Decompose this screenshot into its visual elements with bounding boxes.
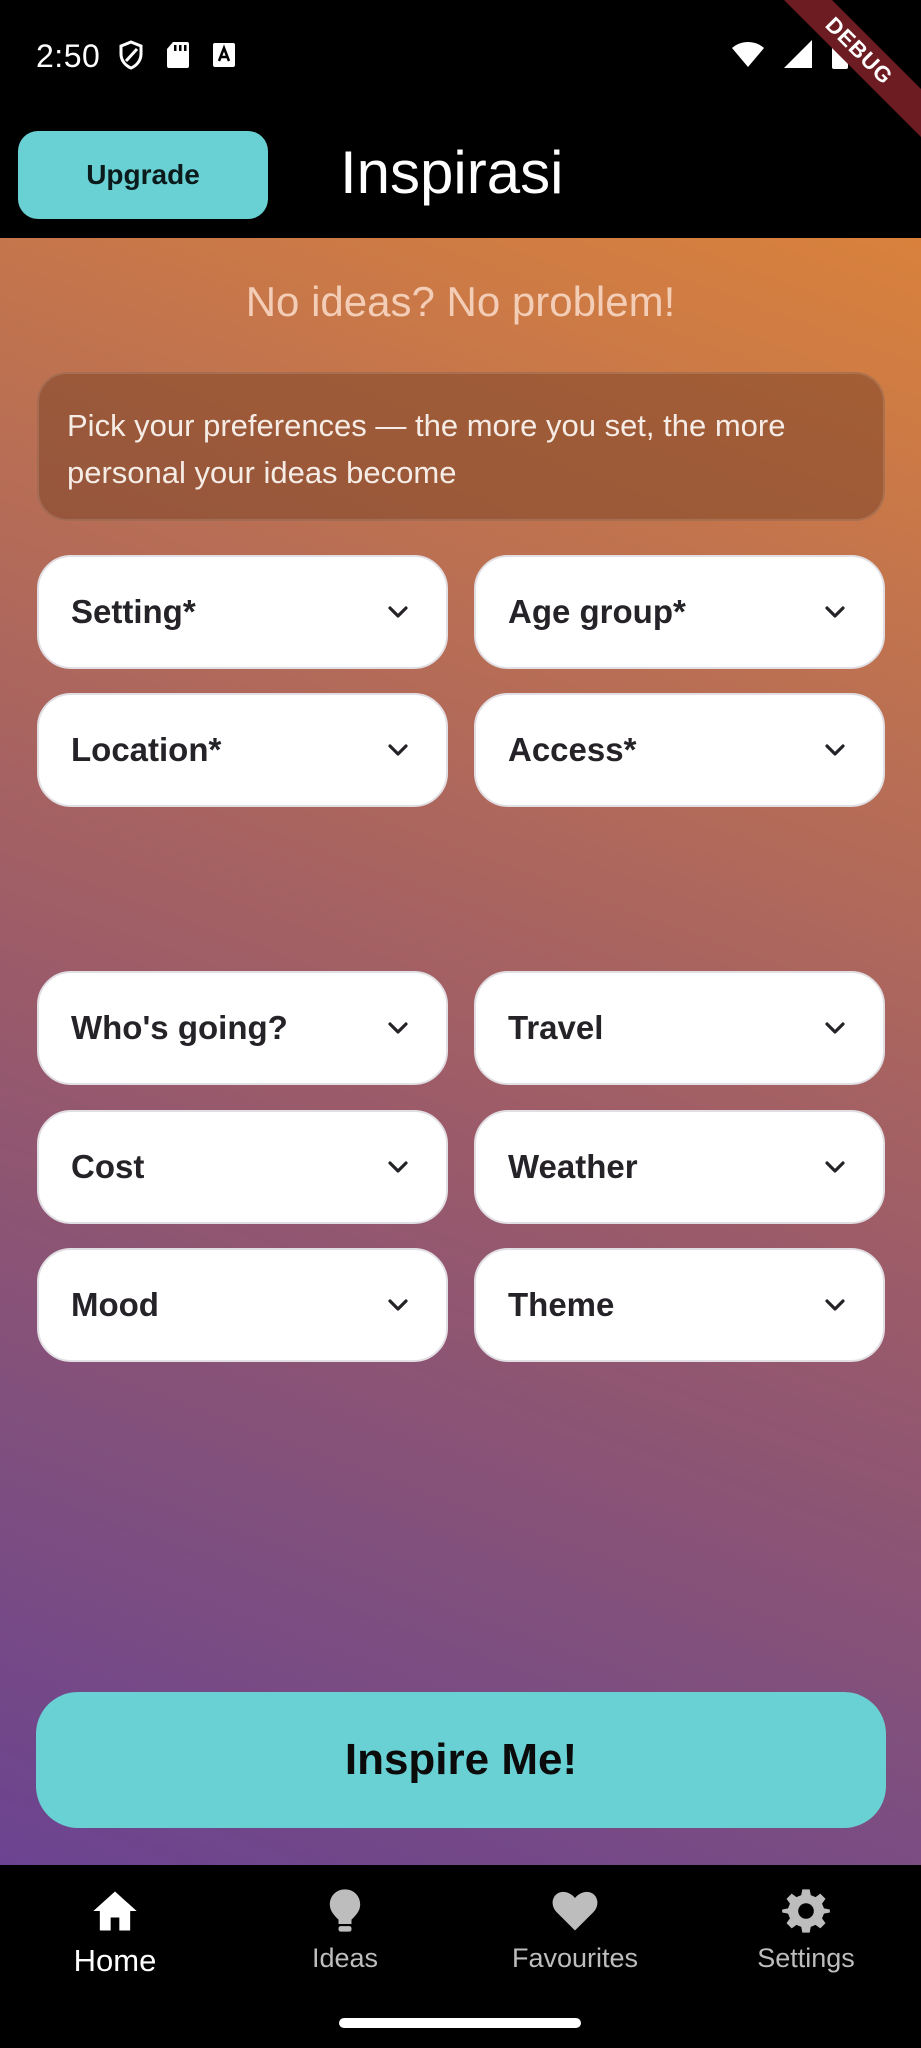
status-time: 2:50 — [36, 38, 101, 74]
dropdown-label: Theme — [508, 1286, 615, 1323]
theme-dropdown[interactable]: Theme — [474, 1248, 885, 1362]
mood-dropdown[interactable]: Mood — [37, 1248, 448, 1362]
nav-item-favourites[interactable]: Favourites — [475, 1885, 675, 1974]
cell-signal-icon — [784, 40, 812, 68]
dropdown-label: Mood — [71, 1286, 159, 1323]
dropdown-label: Access* — [508, 731, 637, 768]
travel-dropdown[interactable]: Travel — [474, 971, 885, 1085]
dropdown-label: Who's going? — [71, 1009, 288, 1046]
headline: No ideas? No problem! — [245, 278, 676, 325]
wifi-icon — [732, 42, 764, 67]
sd-card-icon — [167, 42, 189, 68]
nav-label: Settings — [757, 1943, 855, 1973]
dropdown-label: Age group* — [508, 593, 686, 630]
dropdown-label: Cost — [71, 1148, 145, 1185]
info-box: Pick your preferences — the more you set… — [37, 372, 885, 521]
chevron-down-icon — [388, 1161, 408, 1173]
chevron-down-icon — [388, 1022, 408, 1034]
nav-item-home[interactable]: Home — [15, 1885, 215, 1979]
chevron-down-icon — [825, 1022, 845, 1034]
main-content: No ideas? No problem! Pick your preferen… — [0, 238, 921, 1865]
chevron-down-icon — [825, 1299, 845, 1311]
info-text: Pick your preferences — the more you set… — [67, 408, 786, 490]
app-screen: 2:50 DEBUG Upgrade Inspirasi No ideas? N… — [0, 0, 921, 2048]
setting-dropdown[interactable]: Setting* — [37, 555, 448, 669]
bottom-nav: Home Ideas Favourites Settings — [0, 1865, 921, 2048]
status-bar: 2:50 — [0, 0, 921, 118]
chevron-down-icon — [388, 606, 408, 618]
gear-icon — [782, 1889, 830, 1933]
age-group-dropdown[interactable]: Age group* — [474, 555, 885, 669]
chevron-down-icon — [388, 744, 408, 756]
heart-icon — [552, 1891, 598, 1931]
access-dropdown[interactable]: Access* — [474, 693, 885, 807]
app-bar: Upgrade Inspirasi — [0, 118, 921, 238]
status-left-icons — [118, 40, 236, 70]
home-icon — [93, 1891, 137, 1931]
nav-label: Favourites — [511, 1943, 639, 1973]
chevron-down-icon — [825, 744, 845, 756]
dropdown-label: Weather — [508, 1148, 638, 1185]
chevron-down-icon — [388, 1299, 408, 1311]
upgrade-button[interactable]: Upgrade — [18, 131, 268, 219]
nav-label: Home — [73, 1943, 157, 1978]
dropdown-label: Setting* — [71, 593, 196, 630]
dropdown-label: Location* — [71, 731, 222, 768]
shield-icon — [119, 40, 143, 70]
chevron-down-icon — [825, 606, 845, 618]
inspire-me-button[interactable]: Inspire Me! — [36, 1692, 886, 1828]
lightbulb-icon — [329, 1889, 361, 1932]
nav-item-ideas[interactable]: Ideas — [245, 1885, 445, 1974]
weather-dropdown[interactable]: Weather — [474, 1110, 885, 1224]
dropdown-label: Travel — [508, 1009, 604, 1046]
app-title: Inspirasi — [340, 139, 564, 206]
nav-label: Ideas — [311, 1943, 379, 1973]
home-indicator[interactable] — [339, 2018, 581, 2028]
keyboard-a-icon — [213, 43, 235, 67]
cost-dropdown[interactable]: Cost — [37, 1110, 448, 1224]
location-dropdown[interactable]: Location* — [37, 693, 448, 807]
chevron-down-icon — [825, 1161, 845, 1173]
nav-item-settings[interactable]: Settings — [706, 1885, 906, 1974]
whos-going-dropdown[interactable]: Who's going? — [37, 971, 448, 1085]
